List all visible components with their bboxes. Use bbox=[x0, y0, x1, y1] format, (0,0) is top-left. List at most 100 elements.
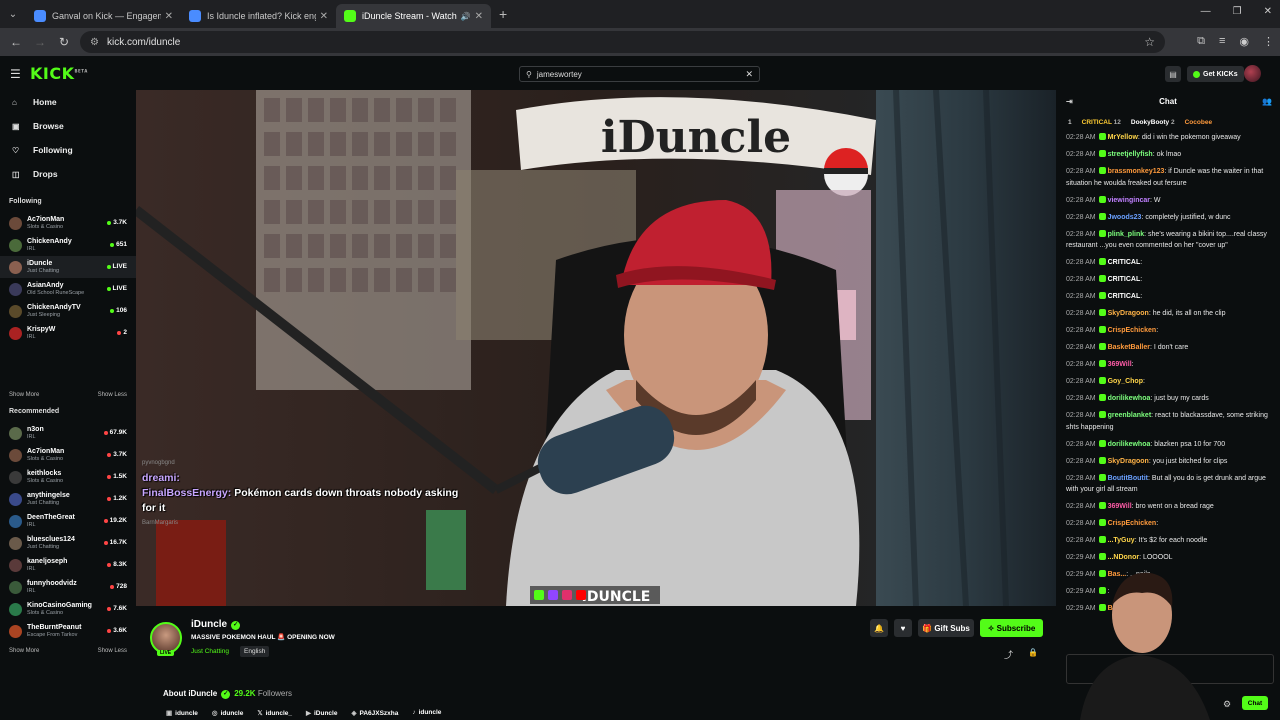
chat-message[interactable]: 02:28 AM CRITICAL: bbox=[1066, 291, 1272, 303]
forward-icon[interactable]: → bbox=[28, 35, 52, 49]
sidebar-nav-browse[interactable]: ▣ Browse bbox=[0, 114, 136, 138]
message-username[interactable]: Jwoods23 bbox=[1108, 214, 1142, 221]
sidebar-channel-row[interactable]: keithlocks Slots & Casino 1.5K bbox=[0, 466, 136, 488]
browser-tab-3[interactable]: iDuncle Stream - Watch Live 🔊 ✕ bbox=[336, 4, 491, 28]
bookmark-star-icon[interactable]: ☆ bbox=[1144, 35, 1155, 49]
chat-message[interactable]: 02:28 AM greenblanket: react to blackassd… bbox=[1066, 410, 1272, 433]
minimize-icon[interactable]: — bbox=[1201, 6, 1211, 17]
search-input[interactable]: ⚲ jameswortey ✕ bbox=[519, 66, 760, 82]
channel-name[interactable]: iDuncle ✓ bbox=[191, 619, 241, 630]
chat-message[interactable]: 02:28 AM viewingincar: W bbox=[1066, 195, 1272, 207]
show-more-button[interactable]: Show More bbox=[9, 392, 39, 398]
sidebar-channel-row[interactable]: bluesclues124 Just Chatting 16.7K bbox=[0, 532, 136, 554]
chat-message[interactable]: 02:28 AM brassmonkey123: if Duncle was th… bbox=[1066, 166, 1272, 189]
social-link[interactable]: ◈ PA6JXSzxha bbox=[351, 709, 398, 717]
gift-subs-button[interactable]: 🎁 Gift Subs bbox=[918, 619, 974, 637]
chat-message[interactable]: 02:28 AM CRITICAL: bbox=[1066, 274, 1272, 286]
chat-message[interactable]: 02:28 AM MrYellow: did i win the pokemon … bbox=[1066, 132, 1272, 144]
leaderboard-entry[interactable]: DookyBooty 2 bbox=[1131, 119, 1175, 126]
chat-message[interactable]: 02:29 AM ...NDonor: LOOOOL bbox=[1066, 552, 1272, 564]
chat-message[interactable]: 02:28 AM 369Will: bbox=[1066, 359, 1272, 371]
message-username[interactable]: BasketBaller bbox=[1108, 344, 1150, 351]
speaker-icon[interactable]: 🔊 bbox=[461, 12, 471, 21]
sidebar-channel-row[interactable]: kaneljoseph IRL 8.3K bbox=[0, 554, 136, 576]
category-link[interactable]: Just Chatting bbox=[191, 648, 229, 655]
message-username[interactable]: CRITICAL bbox=[1108, 259, 1141, 266]
video-player[interactable]: iDuncle IDUNCLE pyvnogbgnd dreami: Final… bbox=[136, 90, 1056, 606]
sidebar-channel-row[interactable]: anythingelse Just Chatting 1.2K bbox=[0, 488, 136, 510]
profile-icon[interactable]: ◉ bbox=[1239, 35, 1249, 48]
message-username[interactable]: ...TyGuy bbox=[1108, 537, 1135, 544]
new-tab-icon[interactable]: + bbox=[499, 6, 507, 22]
sidebar-channel-row[interactable]: Ac7ionMan Slots & Casino 3.7K bbox=[0, 444, 136, 466]
social-link[interactable]: 𝕏iduncle_ bbox=[257, 709, 292, 717]
close-window-icon[interactable]: ✕ bbox=[1264, 6, 1272, 17]
sidebar-channel-row[interactable]: iDuncle Just Chatting LIVE bbox=[0, 256, 136, 278]
theater-icon[interactable]: ▤ bbox=[1165, 66, 1181, 82]
message-username[interactable]: Goy_Chop bbox=[1108, 378, 1143, 385]
language-tag[interactable]: English bbox=[240, 646, 270, 657]
extensions-icon[interactable]: ⧉ bbox=[1197, 35, 1205, 48]
media-icon[interactable]: ≡ bbox=[1219, 35, 1225, 48]
leaderboard-entry[interactable]: Cocobee bbox=[1185, 119, 1212, 126]
chat-settings-icon[interactable]: ⚙ bbox=[1223, 699, 1231, 710]
browser-tab-1[interactable]: Ganval on Kick — Engagement ✕ bbox=[26, 4, 181, 28]
close-tab-icon[interactable]: ✕ bbox=[320, 11, 328, 22]
social-link[interactable]: ◎ iduncle bbox=[212, 709, 243, 717]
message-username[interactable]: viewingincar bbox=[1108, 197, 1150, 204]
chat-message[interactable]: 02:28 AM SkyDragoon: you just bitched for… bbox=[1066, 456, 1272, 468]
chat-message[interactable]: 02:28 AM Goy_Chop: bbox=[1066, 376, 1272, 388]
chat-message[interactable]: 02:28 AM ...TyGuy: It's $2 for each noodl… bbox=[1066, 535, 1272, 547]
kick-logo[interactable]: KICKBETA bbox=[30, 64, 88, 83]
message-username[interactable]: ...NDonor bbox=[1108, 554, 1140, 561]
message-username[interactable]: CRITICAL bbox=[1108, 276, 1141, 283]
sidebar-channel-row[interactable]: funnyhoodvidz IRL 728 bbox=[0, 576, 136, 598]
message-username[interactable]: CRITICAL bbox=[1108, 293, 1141, 300]
hamburger-menu-icon[interactable]: ☰ bbox=[10, 67, 21, 81]
sidebar-nav-home[interactable]: ⌂ Home bbox=[0, 90, 136, 114]
message-username[interactable]: dorilikewhoa bbox=[1108, 395, 1151, 402]
lock-icon[interactable]: 🔒 bbox=[1028, 648, 1038, 657]
get-kicks-button[interactable]: Get KICKs bbox=[1187, 66, 1244, 82]
leaderboard-entry[interactable]: CRITICAL 12 bbox=[1082, 119, 1121, 126]
message-username[interactable]: plink_plink bbox=[1108, 231, 1145, 238]
subscribe-button[interactable]: ✧ Subscribe bbox=[980, 619, 1043, 637]
sidebar-channel-row[interactable]: n3on IRL 67.9K bbox=[0, 422, 136, 444]
notification-bell-icon[interactable]: 🔔 bbox=[870, 619, 888, 637]
back-icon[interactable]: ← bbox=[4, 35, 28, 49]
sidebar-channel-row[interactable]: KrispyW IRL 2 bbox=[0, 322, 136, 344]
social-link[interactable]: ▣ iduncle bbox=[166, 709, 198, 717]
maximize-icon[interactable]: ❐ bbox=[1233, 6, 1242, 17]
social-link[interactable]: ♪ iduncle bbox=[412, 709, 441, 717]
social-link[interactable]: ▶ iDuncle bbox=[306, 709, 337, 717]
sidebar-channel-row[interactable]: KinoCasinoGaming Slots & Casino 7.6K bbox=[0, 598, 136, 620]
chat-message[interactable]: 02:28 AM 369Will: bro went on a bread rag… bbox=[1066, 501, 1272, 513]
chat-users-icon[interactable]: 👥 bbox=[1262, 97, 1272, 106]
send-chat-button[interactable]: Chat bbox=[1242, 696, 1268, 710]
message-username[interactable]: SkyDragoon bbox=[1108, 310, 1149, 317]
reload-icon[interactable]: ↻ bbox=[52, 35, 76, 49]
chat-message[interactable]: 02:28 AM CRITICAL: bbox=[1066, 257, 1272, 269]
message-username[interactable]: dorilikewhoa bbox=[1108, 441, 1151, 448]
sidebar-nav-following[interactable]: ♡ Following bbox=[0, 138, 136, 162]
show-more-button[interactable]: Show More bbox=[9, 648, 39, 654]
chat-message[interactable]: 02:28 AM CrispEchicken: bbox=[1066, 325, 1272, 337]
message-username[interactable]: streetjellyfish bbox=[1108, 151, 1153, 158]
chat-message[interactable]: 02:28 AM Jwoods23: completely justified, … bbox=[1066, 212, 1272, 224]
sidebar-nav-drops[interactable]: ◫ Drops bbox=[0, 162, 136, 186]
chat-message[interactable]: 02:28 AM plink_plink: she's wearing a bik… bbox=[1066, 229, 1272, 252]
message-username[interactable]: 369Will bbox=[1108, 503, 1132, 510]
close-tab-icon[interactable]: ✕ bbox=[475, 11, 483, 22]
url-field[interactable]: ⚙ kick.com/iduncle ☆ bbox=[80, 31, 1165, 53]
show-less-button[interactable]: Show Less bbox=[98, 392, 127, 398]
chat-message[interactable]: 02:28 AM streetjellyfish: ok lmao bbox=[1066, 149, 1272, 161]
follow-heart-icon[interactable]: ♥ bbox=[894, 619, 912, 637]
message-username[interactable]: BoutitBoutit bbox=[1108, 475, 1148, 482]
message-username[interactable]: brassmonkey123 bbox=[1108, 168, 1165, 175]
chat-message[interactable]: 02:28 AM CrispEchicken: bbox=[1066, 518, 1272, 530]
sidebar-channel-row[interactable]: AsianAndy Old School RuneScape LIVE bbox=[0, 278, 136, 300]
show-less-button[interactable]: Show Less bbox=[98, 648, 127, 654]
sidebar-channel-row[interactable]: ChickenAndyTV Just Sleeping 106 bbox=[0, 300, 136, 322]
collapse-chat-icon[interactable]: ⇥ bbox=[1066, 97, 1073, 106]
message-username[interactable]: greenblanket bbox=[1108, 412, 1152, 419]
